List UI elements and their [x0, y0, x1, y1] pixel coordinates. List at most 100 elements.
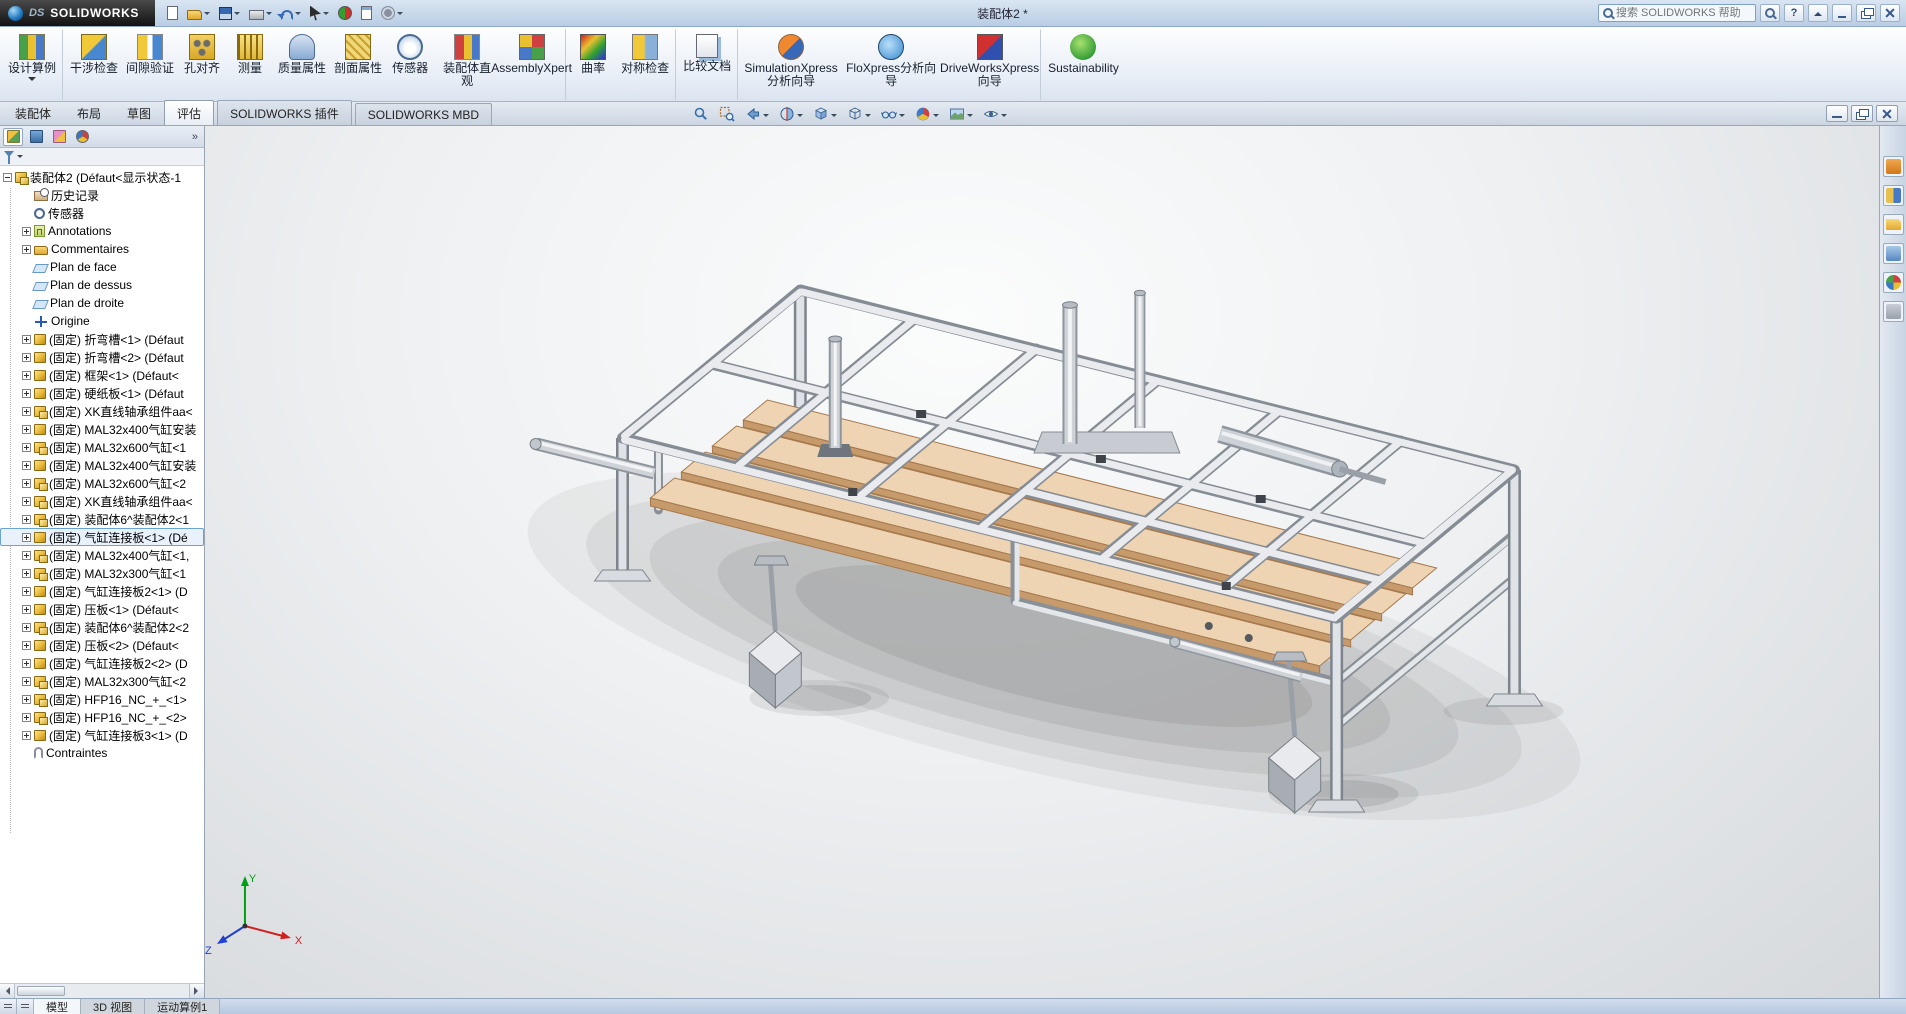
scroll-right-button[interactable]: [189, 984, 204, 998]
3d-views-tab[interactable]: 3D 视图: [81, 999, 145, 1014]
expand-toggle-icon[interactable]: [22, 425, 31, 434]
scrollbar-track[interactable]: [15, 984, 189, 998]
apply-scene-button[interactable]: [946, 104, 976, 124]
scrollbar-thumb[interactable]: [17, 986, 65, 996]
tree-item[interactable]: (固定) 硬纸板<1> (Défaut: [0, 384, 204, 402]
zoom-to-area-button[interactable]: [716, 104, 738, 124]
tree-item[interactable]: (固定) MAL32x600气缸<2: [0, 474, 204, 492]
rebuild-button[interactable]: [334, 2, 356, 24]
tree-item[interactable]: (固定) XK直线轴承组件aa<: [0, 402, 204, 420]
tree-root[interactable]: 装配体2 (Défaut<显示状态-1: [0, 168, 204, 186]
assemblyxpert-button[interactable]: AssemblyXpert: [500, 29, 566, 100]
tree-item[interactable]: Contraintes: [0, 744, 204, 762]
app-close-button[interactable]: [1880, 4, 1900, 22]
assembly-visualization-button[interactable]: 装配体直观: [434, 29, 500, 100]
app-minimize-button[interactable]: [1832, 4, 1852, 22]
curvature-button[interactable]: 曲率: [569, 29, 617, 100]
hole-alignment-button[interactable]: 孔对齐: [178, 29, 226, 100]
tree-item[interactable]: (固定) 折弯槽<1> (Défaut: [0, 330, 204, 348]
design-study-button[interactable]: 设计算例: [4, 29, 63, 100]
file-properties-button[interactable]: [357, 2, 376, 24]
edit-appearance-button[interactable]: [912, 104, 942, 124]
undo-button[interactable]: [277, 2, 305, 24]
expand-toggle-icon[interactable]: [22, 227, 31, 236]
view-palette-tab[interactable]: [1883, 243, 1904, 264]
propertymanager-tab[interactable]: [26, 128, 46, 146]
simulationxpress-button[interactable]: SimulationXpress分析向导: [741, 29, 841, 100]
help-button[interactable]: ?: [1784, 4, 1804, 22]
collapse-ribbon-button[interactable]: [1808, 4, 1828, 22]
hide-show-items-button[interactable]: [878, 104, 908, 124]
tree-item[interactable]: (固定) MAL32x400气缸安装: [0, 420, 204, 438]
graphics-viewport[interactable]: Y X Z: [205, 126, 1879, 998]
section-view-button[interactable]: [776, 104, 806, 124]
tab-solidworks-mbd[interactable]: SOLIDWORKS MBD: [355, 103, 492, 125]
tree-item[interactable]: Plan de face: [0, 258, 204, 276]
tree-item[interactable]: (固定) 气缸连接板3<1> (D: [0, 726, 204, 744]
doc-close-button[interactable]: [1876, 105, 1898, 122]
tree-item[interactable]: 传感器: [0, 204, 204, 222]
tab-solidworks-addins[interactable]: SOLIDWORKS 插件: [217, 100, 352, 125]
more-tabs-chevron[interactable]: »: [189, 131, 201, 143]
tree-item[interactable]: (固定) 折弯槽<2> (Défaut: [0, 348, 204, 366]
clearance-verify-button[interactable]: 间隙验证: [122, 29, 178, 100]
tree-item[interactable]: (固定) 压板<2> (Défaut<: [0, 636, 204, 654]
expand-toggle-icon[interactable]: [22, 407, 31, 416]
tree-item[interactable]: (固定) MAL32x400气缸安装: [0, 456, 204, 474]
section-properties-button[interactable]: 剖面属性: [330, 29, 386, 100]
expand-toggle-icon[interactable]: [22, 605, 31, 614]
measure-button[interactable]: 测量: [226, 29, 274, 100]
sustainability-button[interactable]: Sustainability: [1044, 29, 1123, 100]
tab-sketch[interactable]: 草图: [114, 100, 164, 125]
search-dropdown-button[interactable]: [1760, 4, 1780, 22]
view-settings-button[interactable]: [980, 104, 1010, 124]
tree-horizontal-scrollbar[interactable]: [0, 983, 204, 998]
pane-splitter-button[interactable]: [17, 999, 34, 1014]
save-button[interactable]: [215, 2, 244, 24]
assembly-model-canvas[interactable]: Y X Z: [205, 126, 1879, 998]
expand-toggle-icon[interactable]: [22, 569, 31, 578]
tree-item[interactable]: (固定) 气缸连接板2<2> (D: [0, 654, 204, 672]
options-button[interactable]: [377, 2, 407, 24]
resources-tab[interactable]: [1883, 156, 1904, 177]
tree-item[interactable]: (固定) XK直线轴承组件aa<: [0, 492, 204, 510]
app-restore-button[interactable]: [1856, 4, 1876, 22]
model-tab[interactable]: 模型: [34, 999, 81, 1014]
pane-splitter-button[interactable]: [0, 999, 17, 1014]
expand-toggle-icon[interactable]: [22, 587, 31, 596]
tree-item[interactable]: Origine: [0, 312, 204, 330]
tree-item[interactable]: (固定) 气缸连接板2<1> (D: [0, 582, 204, 600]
tree-item[interactable]: (固定) 装配体6^装配体2<1: [0, 510, 204, 528]
tree-item[interactable]: 历史记录: [0, 186, 204, 204]
expand-toggle-icon[interactable]: [22, 677, 31, 686]
driveworksxpress-button[interactable]: DriveWorksXpress向导: [941, 29, 1041, 100]
scroll-left-button[interactable]: [0, 984, 15, 998]
tree-item[interactable]: (固定) MAL32x300气缸<2: [0, 672, 204, 690]
tree-item[interactable]: (固定) 气缸连接板<1> (Dé: [0, 528, 204, 546]
expand-toggle-icon[interactable]: [22, 659, 31, 668]
appearances-tab[interactable]: [1883, 272, 1904, 293]
symmetry-check-button[interactable]: 对称检查: [617, 29, 676, 100]
interference-check-button[interactable]: 干涉检查: [66, 29, 122, 100]
expand-toggle-icon[interactable]: [22, 731, 31, 740]
expand-toggle-icon[interactable]: [22, 533, 31, 542]
tree-item[interactable]: (固定) 压板<1> (Défaut<: [0, 600, 204, 618]
tab-assembly[interactable]: 装配体: [2, 100, 64, 125]
expand-toggle-icon[interactable]: [22, 245, 31, 254]
help-search-box[interactable]: [1598, 4, 1756, 22]
tree-item[interactable]: (固定) MAL32x400气缸<1,: [0, 546, 204, 564]
featuremanager-tab[interactable]: [3, 128, 23, 146]
previous-view-button[interactable]: [742, 104, 772, 124]
expand-toggle-icon[interactable]: [22, 461, 31, 470]
tree-item[interactable]: (固定) 装配体6^装配体2<2: [0, 618, 204, 636]
mass-properties-button[interactable]: 质量属性: [274, 29, 330, 100]
tree-item[interactable]: (固定) 框架<1> (Défaut<: [0, 366, 204, 384]
expand-toggle-icon[interactable]: [22, 623, 31, 632]
expand-toggle-icon[interactable]: [22, 389, 31, 398]
open-document-button[interactable]: [183, 2, 214, 24]
expand-toggle-icon[interactable]: [22, 551, 31, 560]
motion-study-tab[interactable]: 运动算例1: [145, 999, 220, 1014]
doc-minimize-button[interactable]: [1826, 105, 1848, 122]
zoom-to-fit-button[interactable]: [690, 104, 712, 124]
tree-item[interactable]: (固定) MAL32x300气缸<1: [0, 564, 204, 582]
